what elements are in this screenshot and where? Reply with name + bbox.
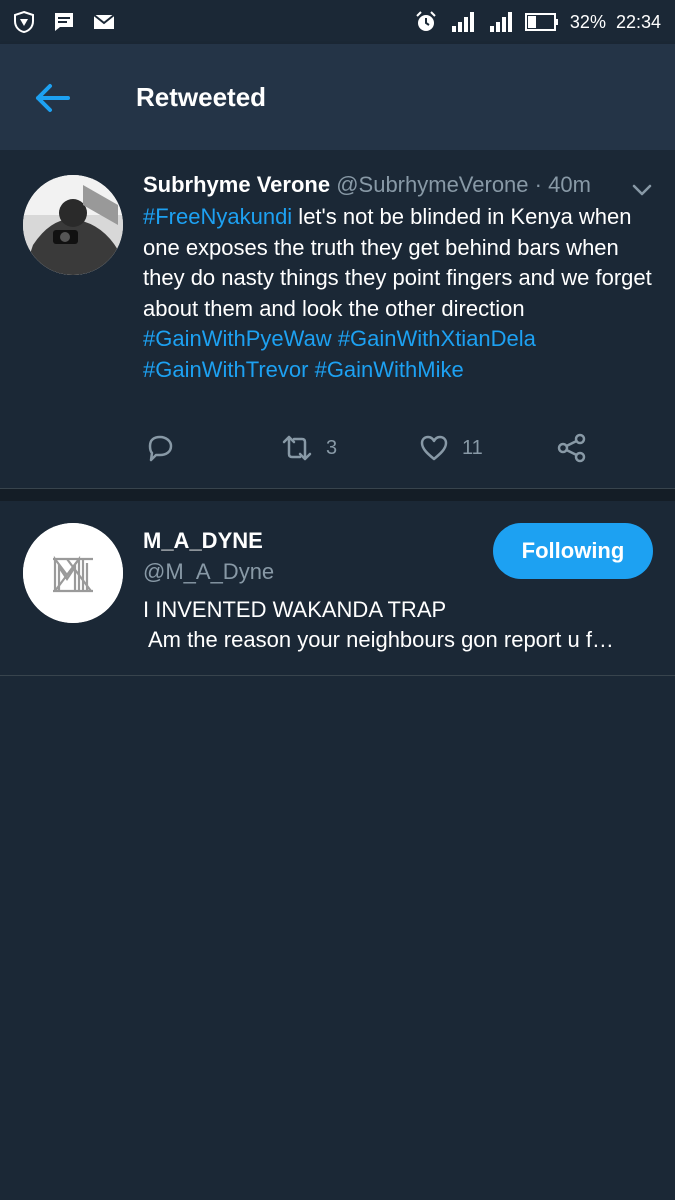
message-notification-icon [55, 13, 73, 31]
like-count: 11 [462, 436, 483, 459]
bio-line-1: I INVENTED WAKANDA TRAP [143, 597, 447, 622]
alarm-icon [416, 11, 436, 31]
retweet-icon [282, 435, 312, 461]
page-title: Retweeted [136, 82, 267, 112]
clock: 22:34 [615, 11, 661, 32]
retweet-count: 3 [326, 436, 338, 459]
vpn-shield-icon [14, 10, 34, 34]
status-bar: 32% 22:34 [0, 0, 675, 44]
hashtag-link[interactable]: #GainWithXtianDela [338, 326, 536, 351]
back-arrow-icon [36, 84, 70, 112]
back-button[interactable] [30, 78, 74, 118]
retweet-button[interactable]: 3 [280, 432, 337, 464]
hashtag-link[interactable]: #FreeNyakundi [143, 204, 292, 229]
battery-icon [524, 13, 558, 31]
madyne-logo-icon [23, 523, 123, 623]
avatar[interactable] [23, 523, 123, 623]
bio-line-2: Am the reason your neighbours gon report… [148, 627, 614, 652]
author-name[interactable]: Subrhyme Verone [143, 172, 330, 197]
tweet-menu-button[interactable] [630, 178, 654, 202]
tweet-time: 40m [548, 172, 591, 197]
reply-icon [148, 435, 173, 462]
hashtag-link[interactable]: #GainWithPyeWaw [143, 326, 332, 351]
tweet-header: Subrhyme Verone @SubrhymeVerone · 40m [143, 172, 591, 198]
reply-button[interactable] [144, 432, 176, 464]
heart-icon [420, 435, 448, 461]
like-button[interactable]: 11 [418, 432, 483, 464]
tweet-actions: 3 11 [0, 432, 675, 472]
user-name[interactable]: M_A_DYNE [143, 528, 263, 554]
battery-level: 32% [569, 11, 606, 32]
chevron-down-icon [632, 184, 652, 196]
hashtag-link[interactable]: #GainWithTrevor [143, 357, 308, 382]
section-divider [0, 488, 675, 502]
hashtag-link[interactable]: #GainWithMike [315, 357, 464, 382]
tweet-text: #FreeNyakundi let's not be blinded in Ke… [143, 202, 663, 385]
signal-4g-icon [451, 12, 474, 32]
following-button[interactable]: Following [493, 523, 653, 579]
user-handle: @M_A_Dyne [143, 559, 275, 584]
signal-icon [489, 12, 512, 32]
share-icon [557, 433, 586, 463]
tweet[interactable]: Subrhyme Verone @SubrhymeVerone · 40m #F… [0, 150, 675, 489]
user-card[interactable]: M_A_DYNE @M_A_Dyne I INVENTED WAKANDA TR… [0, 501, 675, 676]
mail-notification-icon [93, 14, 115, 29]
author-handle[interactable]: @SubrhymeVerone [336, 172, 528, 197]
share-button[interactable] [556, 432, 588, 464]
user-bio: I INVENTED WAKANDA TRAP Am the reason yo… [143, 595, 658, 655]
avatar[interactable] [23, 175, 123, 275]
app-bar: Retweeted [0, 44, 675, 150]
avatar-photo [23, 175, 123, 275]
separator-dot: · [534, 172, 542, 197]
